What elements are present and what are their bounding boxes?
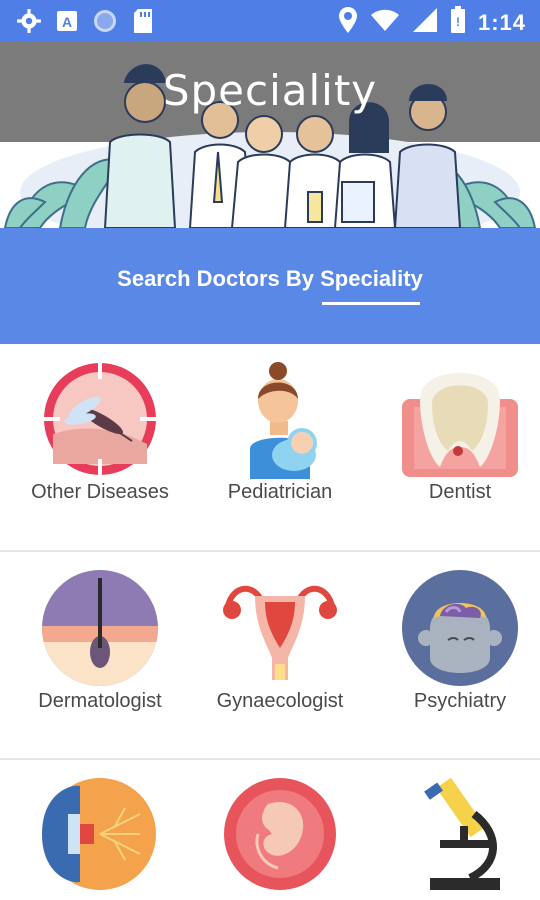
a-icon: A: [56, 10, 78, 37]
header-banner: Speciality: [0, 42, 540, 228]
sd-card-icon: [132, 8, 154, 39]
search-title-prefix: Search Doctors By: [117, 266, 321, 291]
speciality-row: Other Diseases Pediatrician Dentist: [0, 345, 540, 551]
eye-icon: [42, 778, 156, 890]
skin-hair-icon: [42, 570, 158, 686]
speciality-label: Pediatrician: [227, 481, 333, 503]
title-underline: [322, 302, 420, 305]
page-title: Speciality: [162, 66, 378, 115]
speciality-row: Dermatologist Gynaecologist Psychiatry: [0, 552, 540, 758]
mother-baby-icon: [250, 362, 317, 479]
speciality-item-pediatrician[interactable]: Pediatrician: [190, 359, 370, 504]
circle-icon: [92, 8, 118, 39]
speciality-item-pathology[interactable]: [370, 774, 540, 896]
speciality-label: Other Diseases: [31, 481, 169, 503]
search-section: Search Doctors By Speciality: [0, 228, 540, 344]
microscope-icon: [424, 777, 500, 890]
speciality-item-ophthalmology[interactable]: [10, 774, 190, 896]
svg-text:!: !: [456, 15, 460, 29]
speciality-row: [0, 760, 540, 900]
search-title-highlight: Speciality: [320, 266, 423, 291]
svg-text:A: A: [62, 14, 72, 30]
speciality-item-obstetrics[interactable]: [190, 774, 370, 896]
speciality-item-psychiatry[interactable]: Psychiatry: [370, 568, 540, 713]
signal-icon: [412, 7, 438, 38]
speciality-item-gynaecologist[interactable]: Gynaecologist: [190, 568, 370, 713]
location-icon: [338, 6, 358, 39]
speciality-item-dermatologist[interactable]: Dermatologist: [10, 568, 190, 713]
settings-icon: [16, 8, 42, 39]
brain-head-icon: [402, 570, 518, 686]
speciality-label: Psychiatry: [413, 690, 507, 712]
battery-icon: !: [450, 6, 466, 39]
speciality-label: Dermatologist: [38, 690, 162, 712]
speciality-label: Gynaecologist: [216, 690, 344, 712]
tooth-icon: [402, 372, 518, 477]
speciality-item-dentist[interactable]: Dentist: [370, 359, 540, 504]
status-bar: A ! 1:14: [0, 0, 540, 42]
clock-time: 1:14: [477, 9, 526, 35]
mosquito-icon: [42, 361, 158, 477]
uterus-icon: [223, 585, 337, 680]
fetus-icon: [224, 778, 336, 890]
search-section-title: Search Doctors By Speciality: [0, 266, 540, 292]
speciality-label: Dentist: [428, 481, 492, 503]
wifi-icon: [370, 8, 400, 37]
speciality-item-other-diseases[interactable]: Other Diseases: [10, 359, 190, 504]
